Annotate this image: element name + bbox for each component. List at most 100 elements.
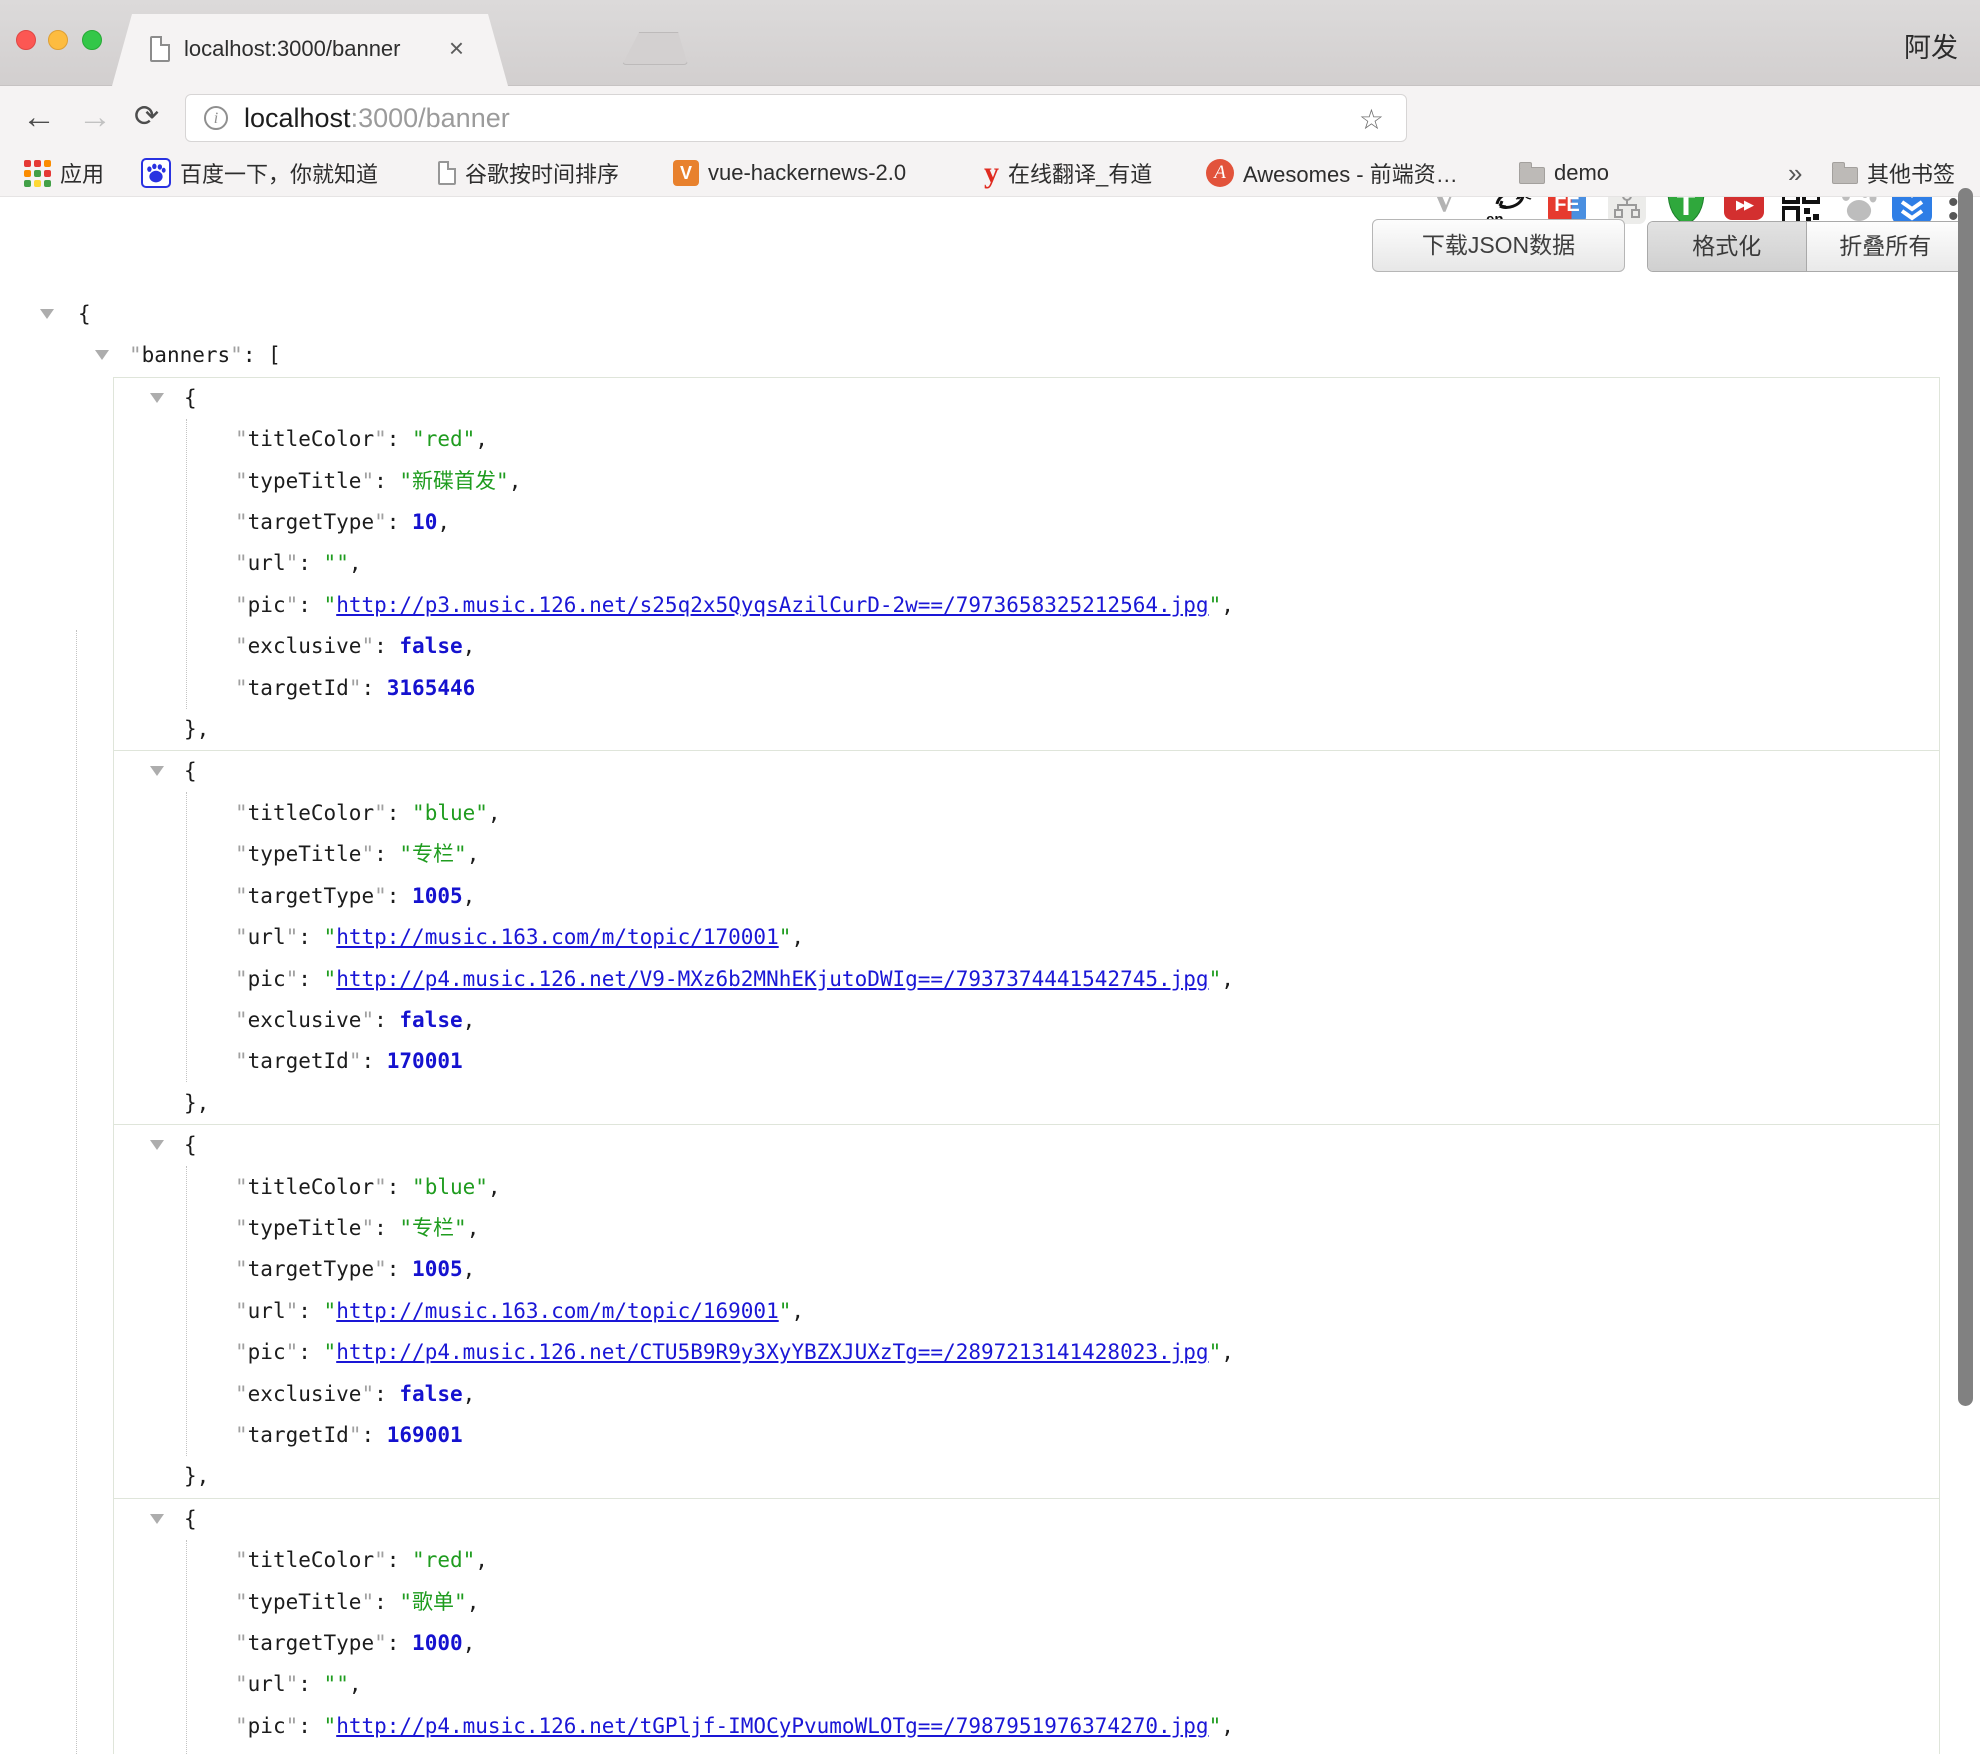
tab-close-icon[interactable]: × (449, 34, 464, 62)
pic-url-link[interactable]: http://p4.music.126.net/tGPljf-IMOCyPvum… (336, 1714, 1208, 1738)
json-field-titleColor: "titleColor": "blue", (114, 793, 1939, 834)
collapse-all-button[interactable]: 折叠所有 (1807, 222, 1965, 271)
profile-name[interactable]: 阿发 (1904, 26, 1958, 65)
object-close-line: }, (114, 1456, 1939, 1497)
number-value: 1005 (412, 1257, 463, 1281)
object-open-brace: { (184, 759, 197, 783)
json-banners-key-line: "banners": [ (0, 335, 1980, 376)
bookmark-awesomes[interactable]: A Awesomes - 前端资… (1206, 150, 1458, 196)
bookmark-star-icon[interactable]: ☆ (1359, 103, 1384, 136)
object-open-line: { (114, 1499, 1939, 1540)
json-field-targetType: "targetType": 10, (114, 502, 1939, 543)
collapse-triangle[interactable] (40, 309, 54, 319)
boolean-value: false (399, 1382, 462, 1406)
string-value: "blue" (412, 801, 488, 825)
url-host: localhost (244, 103, 351, 133)
bookmark-demo-folder[interactable]: demo (1519, 150, 1609, 196)
awesomes-a-icon: A (1206, 159, 1234, 187)
object-open-line: { (114, 378, 1939, 419)
json-field-typeTitle: "typeTitle": "新碟首发", (114, 461, 1939, 502)
object-open-brace: { (184, 1507, 197, 1531)
bookmark-label: 在线翻译_有道 (1008, 157, 1152, 189)
json-field-targetId: "targetId": 169001 (114, 1415, 1939, 1456)
root-open-brace: { (78, 302, 91, 326)
indent-guide-root (76, 630, 77, 1754)
number-value: 3165446 (387, 676, 476, 700)
forward-button[interactable]: → (78, 94, 112, 140)
bookmarks-overflow-chevron[interactable]: » (1788, 150, 1802, 196)
bookmark-label: vue-hackernews-2.0 (708, 160, 906, 186)
page-info-icon[interactable]: i (204, 106, 228, 130)
object-open-line: { (114, 1125, 1939, 1166)
pic-url-link[interactable]: http://p4.music.126.net/V9-MXz6b2MNhEKju… (336, 967, 1208, 991)
collapse-triangle[interactable] (95, 350, 109, 360)
json-field-typeTitle: "typeTitle": "专栏", (114, 834, 1939, 875)
reload-button[interactable]: ⟳ (134, 94, 159, 140)
url-text[interactable]: localhost:3000/banner (244, 103, 510, 134)
collapse-triangle[interactable] (150, 1514, 164, 1524)
format-button[interactable]: 格式化 (1648, 222, 1807, 271)
colon: : (243, 343, 268, 367)
new-tab-button[interactable] (622, 32, 688, 65)
bookmark-youdao[interactable]: y 在线翻译_有道 (984, 150, 1152, 196)
json-field-targetType: "targetType": 1005, (114, 876, 1939, 917)
bookmarks-bar: 应用 百度一下，你就知道 谷歌按时间排序 V vue-hackernews-2.… (0, 150, 1980, 197)
apps-grid-icon (24, 160, 51, 187)
number-value: 169001 (387, 1423, 463, 1447)
json-field-targetType: "targetType": 1000, (114, 1623, 1939, 1664)
json-array-item-box: { "titleColor": "red", "typeTitle": "歌单"… (113, 1498, 1940, 1754)
active-tab[interactable]: localhost:3000/banner × (112, 14, 508, 86)
tab-title: localhost:3000/banner (184, 36, 401, 62)
youdao-y-icon: y (984, 160, 999, 186)
json-field-pic: "pic": "http://p4.music.126.net/CTU5B9R9… (114, 1332, 1939, 1373)
bookmark-baidu[interactable]: 百度一下，你就知道 (141, 150, 378, 196)
bookmark-label: 百度一下，你就知道 (180, 157, 378, 189)
page-icon (150, 36, 170, 62)
json-field-url: "url": "http://music.163.com/m/topic/170… (114, 917, 1939, 958)
address-bar[interactable]: i localhost:3000/banner ☆ (185, 94, 1407, 142)
pic-url-link[interactable]: http://p3.music.126.net/s25q2x5QyqsAzilC… (336, 593, 1208, 617)
collapse-triangle[interactable] (150, 1140, 164, 1150)
json-array-item-box: { "titleColor": "blue", "typeTitle": "专栏… (113, 1124, 1940, 1499)
object-close-brace: }, (184, 717, 209, 741)
collapse-triangle[interactable] (150, 393, 164, 403)
json-array-item-box: { "titleColor": "blue", "typeTitle": "专栏… (113, 750, 1940, 1125)
json-field-titleColor: "titleColor": "red", (114, 419, 1939, 460)
other-bookmarks-label: 其他书签 (1867, 157, 1955, 189)
json-field-typeTitle: "typeTitle": "专栏", (114, 1208, 1939, 1249)
string-value: "专栏" (399, 1216, 466, 1240)
empty-string-value: "" (324, 551, 349, 575)
json-field-titleColor: "titleColor": "blue", (114, 1167, 1939, 1208)
bookmark-apps[interactable]: 应用 (24, 150, 104, 196)
minimize-window-button[interactable] (48, 30, 68, 50)
pic-url-link[interactable]: http://p4.music.126.net/CTU5B9R9y3XyYBZX… (336, 1340, 1208, 1364)
key-quote: " (129, 343, 142, 367)
other-bookmarks[interactable]: 其他书签 (1832, 150, 1955, 196)
number-value: 10 (412, 510, 437, 534)
json-field-pic: "pic": "http://p4.music.126.net/V9-MXz6b… (114, 959, 1939, 1000)
string-value: "red" (412, 427, 475, 451)
json-field-url: "url": "", (114, 1664, 1939, 1705)
url-link[interactable]: http://music.163.com/m/topic/169001 (336, 1299, 779, 1323)
collapse-triangle[interactable] (150, 766, 164, 776)
zoom-window-button[interactable] (82, 30, 102, 50)
tab-bar: localhost:3000/banner × 阿发 (0, 0, 1980, 86)
json-field-targetId: "targetId": 170001 (114, 1041, 1939, 1082)
banners-key: banners (142, 343, 231, 367)
object-close-brace: }, (184, 1464, 209, 1488)
bookmark-google-sort[interactable]: 谷歌按时间排序 (438, 150, 619, 196)
object-close-brace: }, (184, 1091, 209, 1115)
json-field-url: "url": "http://music.163.com/m/topic/169… (114, 1291, 1939, 1332)
json-field-typeTitle: "typeTitle": "歌单", (114, 1582, 1939, 1623)
boolean-value: false (399, 1008, 462, 1032)
download-json-button[interactable]: 下载JSON数据 (1372, 219, 1625, 272)
url-link[interactable]: http://music.163.com/m/topic/170001 (336, 925, 779, 949)
back-button[interactable]: ← (22, 94, 56, 140)
close-window-button[interactable] (16, 30, 36, 50)
boolean-value: false (399, 634, 462, 658)
number-value: 1005 (412, 884, 463, 908)
vertical-scrollbar-thumb[interactable] (1958, 188, 1973, 1406)
string-value: "新碟首发" (399, 469, 508, 493)
bookmark-vue-hackernews[interactable]: V vue-hackernews-2.0 (673, 150, 906, 196)
page-icon (438, 161, 456, 185)
